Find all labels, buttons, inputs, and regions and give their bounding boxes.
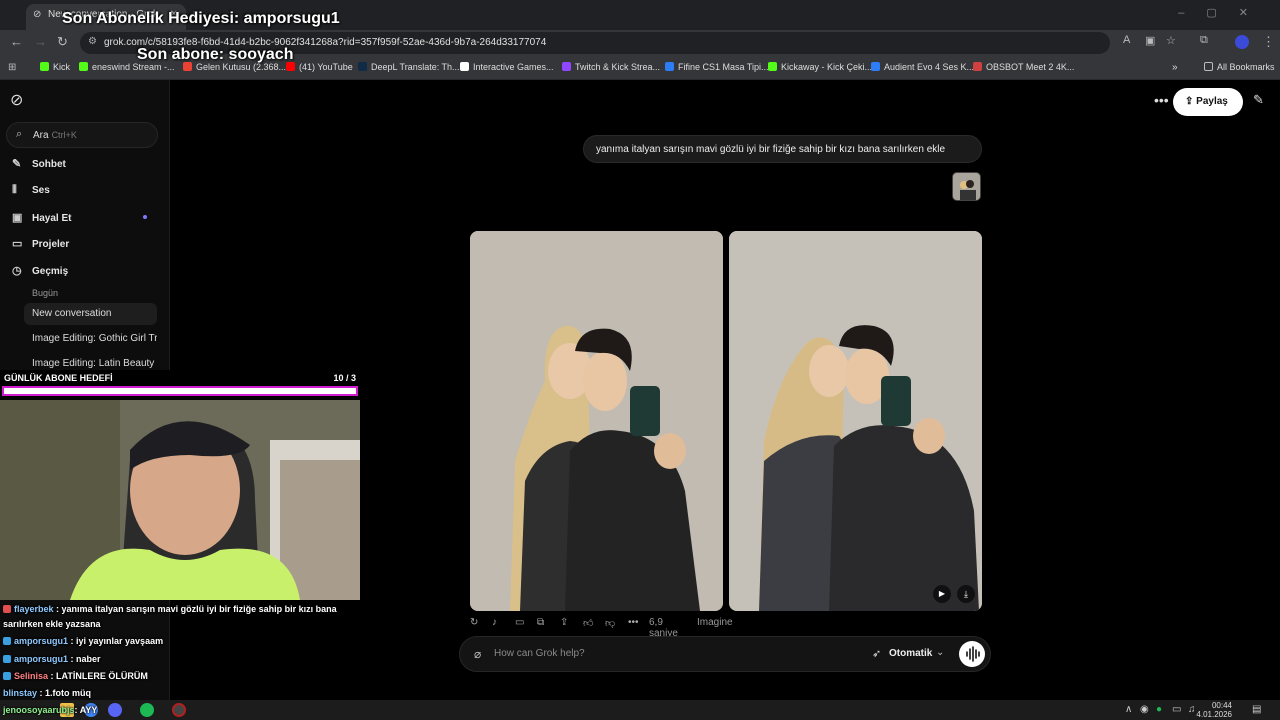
- history-item[interactable]: Image Editing: Gothic Girl Tr: [24, 328, 157, 350]
- clock-time: 00:44: [1211, 701, 1232, 710]
- download-icon[interactable]: ⤓: [957, 585, 975, 603]
- chat-message: amporsugu1 : iyi yayınlar yavşaam: [3, 636, 163, 646]
- new-chat-icon[interactable]: ✎: [1253, 92, 1264, 108]
- chat-message: jenoosoyaarubjs: AYY: [3, 705, 98, 715]
- sidebar-item-sohbet[interactable]: ✎ Sohbet: [12, 157, 162, 179]
- bookmark-item[interactable]: Audient Evo 4 Ses K...: [871, 62, 974, 72]
- mode-selector[interactable]: Otomatik: [889, 648, 932, 659]
- waveform-icon: [966, 646, 980, 662]
- model-label: Imagine: [697, 617, 733, 628]
- obs-icon[interactable]: [172, 703, 186, 717]
- volume-icon[interactable]: ♫: [1188, 704, 1196, 715]
- chat-icon: ✎: [12, 158, 22, 170]
- sidebar-item-hayal-et[interactable]: ▣ Hayal Et: [12, 211, 162, 233]
- discord-icon[interactable]: [108, 703, 122, 717]
- generated-image-2[interactable]: ▶ ⤓: [729, 231, 982, 611]
- sidebar-item-gecmis[interactable]: ◷ Geçmiş: [12, 264, 162, 286]
- chevron-down-icon[interactable]: ⌄: [936, 647, 944, 658]
- attached-image-thumbnail[interactable]: [952, 172, 981, 201]
- notifications-icon[interactable]: ▤: [1252, 704, 1261, 715]
- window-controls[interactable]: –▢✕: [1178, 6, 1270, 19]
- star-icon[interactable]: ☆: [1166, 34, 1176, 47]
- rocket-icon: ➶: [872, 648, 882, 660]
- reload-icon[interactable]: ↻: [57, 34, 68, 50]
- history-icon: ◷: [12, 265, 22, 277]
- spotify-icon[interactable]: [140, 703, 154, 717]
- chat-message: Selinisa : LATİNLERE ÖLÜRÜM: [3, 671, 148, 681]
- sidebar-item-ses[interactable]: ⦀ Ses: [12, 184, 162, 206]
- user-message: yanıma italyan sarışın mavi gözlü iyi bi…: [583, 135, 982, 163]
- grok-logo-icon[interactable]: ⊘: [10, 90, 23, 110]
- cast-icon[interactable]: ▣: [1145, 34, 1155, 47]
- regenerate-icon[interactable]: ↻: [470, 617, 478, 628]
- more-response-icon[interactable]: •••: [628, 617, 639, 628]
- thumbs-up-icon[interactable]: 👍︎: [583, 617, 593, 629]
- bookmark-item[interactable]: Interactive Games...: [460, 62, 554, 72]
- back-icon[interactable]: ←: [10, 34, 23, 49]
- voice-mode-button[interactable]: [959, 641, 985, 667]
- bookmark-item[interactable]: Twitch & Kick Strea...: [562, 62, 660, 72]
- taskbar: ∧ ◉ ● ▭ ♫ 00:44 4.01.2026 ▤: [0, 700, 1280, 720]
- tray-expand-icon[interactable]: ∧: [1125, 704, 1132, 715]
- sub-goal-count: 10 / 3: [333, 373, 356, 383]
- attach-icon[interactable]: ⌀: [474, 647, 481, 661]
- bookmark-item[interactable]: DeepL Translate: Th...: [358, 62, 460, 72]
- last-sub-gift-overlay: Son Abonelik Hediyesi: amporsugu1: [62, 10, 340, 27]
- chat-message: amporsugu1 : naber: [3, 654, 101, 664]
- apps-grid-icon[interactable]: ⊞: [8, 62, 16, 73]
- share-button[interactable]: ⇪ Paylaş: [1173, 88, 1243, 116]
- history-group-today: Bugün: [32, 288, 59, 298]
- sub-goal-label: GÜNLÜK ABONE HEDEFİ: [4, 373, 113, 383]
- chat-message: sarılırken ekle yazsana: [3, 619, 101, 629]
- bookmark-item[interactable]: Kickaway - Kick Çeki...: [768, 62, 872, 72]
- thumbs-down-icon[interactable]: 👎︎: [605, 617, 615, 629]
- play-video-icon[interactable]: ▶: [933, 585, 951, 603]
- all-bookmarks[interactable]: All Bookmarks: [1204, 62, 1275, 72]
- forward-icon[interactable]: →: [34, 34, 47, 49]
- translate-icon[interactable]: A: [1123, 34, 1130, 46]
- discord-tray-icon[interactable]: ◉: [1140, 704, 1149, 715]
- clock-date: 4.01.2026: [1196, 710, 1232, 719]
- share-response-icon[interactable]: ⇪: [560, 617, 568, 628]
- sidebar-item-projeler[interactable]: ▭ Projeler: [12, 237, 162, 259]
- read-aloud-icon[interactable]: ♪: [492, 617, 497, 628]
- bookmark-item[interactable]: Kick: [40, 62, 70, 72]
- imagine-icon: ▣: [12, 212, 23, 224]
- bookmark-item[interactable]: OBSBOT Meet 2 4K...: [973, 62, 1074, 72]
- more-bookmarks-icon[interactable]: »: [1172, 62, 1178, 73]
- site-info-icon[interactable]: ⚙: [88, 36, 97, 47]
- extensions-icon[interactable]: ⧉: [1200, 34, 1208, 47]
- grok-favicon-icon: ⊘: [33, 9, 42, 20]
- bookmark-item[interactable]: (41) YouTube: [286, 62, 353, 72]
- copy-icon[interactable]: ⧉: [537, 617, 544, 628]
- system-clock[interactable]: 00:44 4.01.2026: [1196, 701, 1232, 719]
- last-sub-overlay: Son abone: sooyach: [137, 46, 294, 63]
- share-icon: ⇪: [1185, 96, 1197, 107]
- search-label: Ara: [33, 130, 49, 141]
- history-item[interactable]: New conversation: [24, 303, 157, 325]
- composer: ⌀ How can Grok help? ➶ Otomatik ⌄: [459, 636, 991, 672]
- chat-message: blinstay : 1.foto müq: [3, 688, 92, 698]
- folder-icon: ▭: [12, 238, 23, 250]
- spotify-tray-icon[interactable]: ●: [1156, 704, 1162, 715]
- more-options-icon[interactable]: •••: [1154, 92, 1169, 108]
- prompt-input[interactable]: How can Grok help?: [494, 648, 585, 659]
- sub-goal-widget: GÜNLÜK ABONE HEDEFİ 10 / 3: [0, 370, 360, 400]
- voice-icon: ⦀: [12, 184, 17, 196]
- chat-message: flayerbek : yanıma italyan sarışın mavi …: [3, 604, 337, 614]
- new-indicator-dot: [143, 215, 147, 219]
- profile-avatar[interactable]: [1235, 35, 1249, 49]
- comment-icon[interactable]: ▭: [515, 617, 524, 628]
- search-shortcut-hint: Ctrl+K: [51, 130, 77, 140]
- webcam-feed: [0, 400, 360, 600]
- network-icon[interactable]: ▭: [1172, 704, 1181, 715]
- search-input[interactable]: ⌕ Ara Ctrl+K: [6, 122, 158, 148]
- search-icon: ⌕: [16, 128, 23, 140]
- generated-image-1[interactable]: [470, 231, 723, 611]
- menu-kebab-icon[interactable]: ⋮: [1262, 34, 1275, 50]
- sub-goal-progress: [2, 386, 358, 396]
- bookmark-item[interactable]: Fifine CS1 Masa Tipi...: [665, 62, 769, 72]
